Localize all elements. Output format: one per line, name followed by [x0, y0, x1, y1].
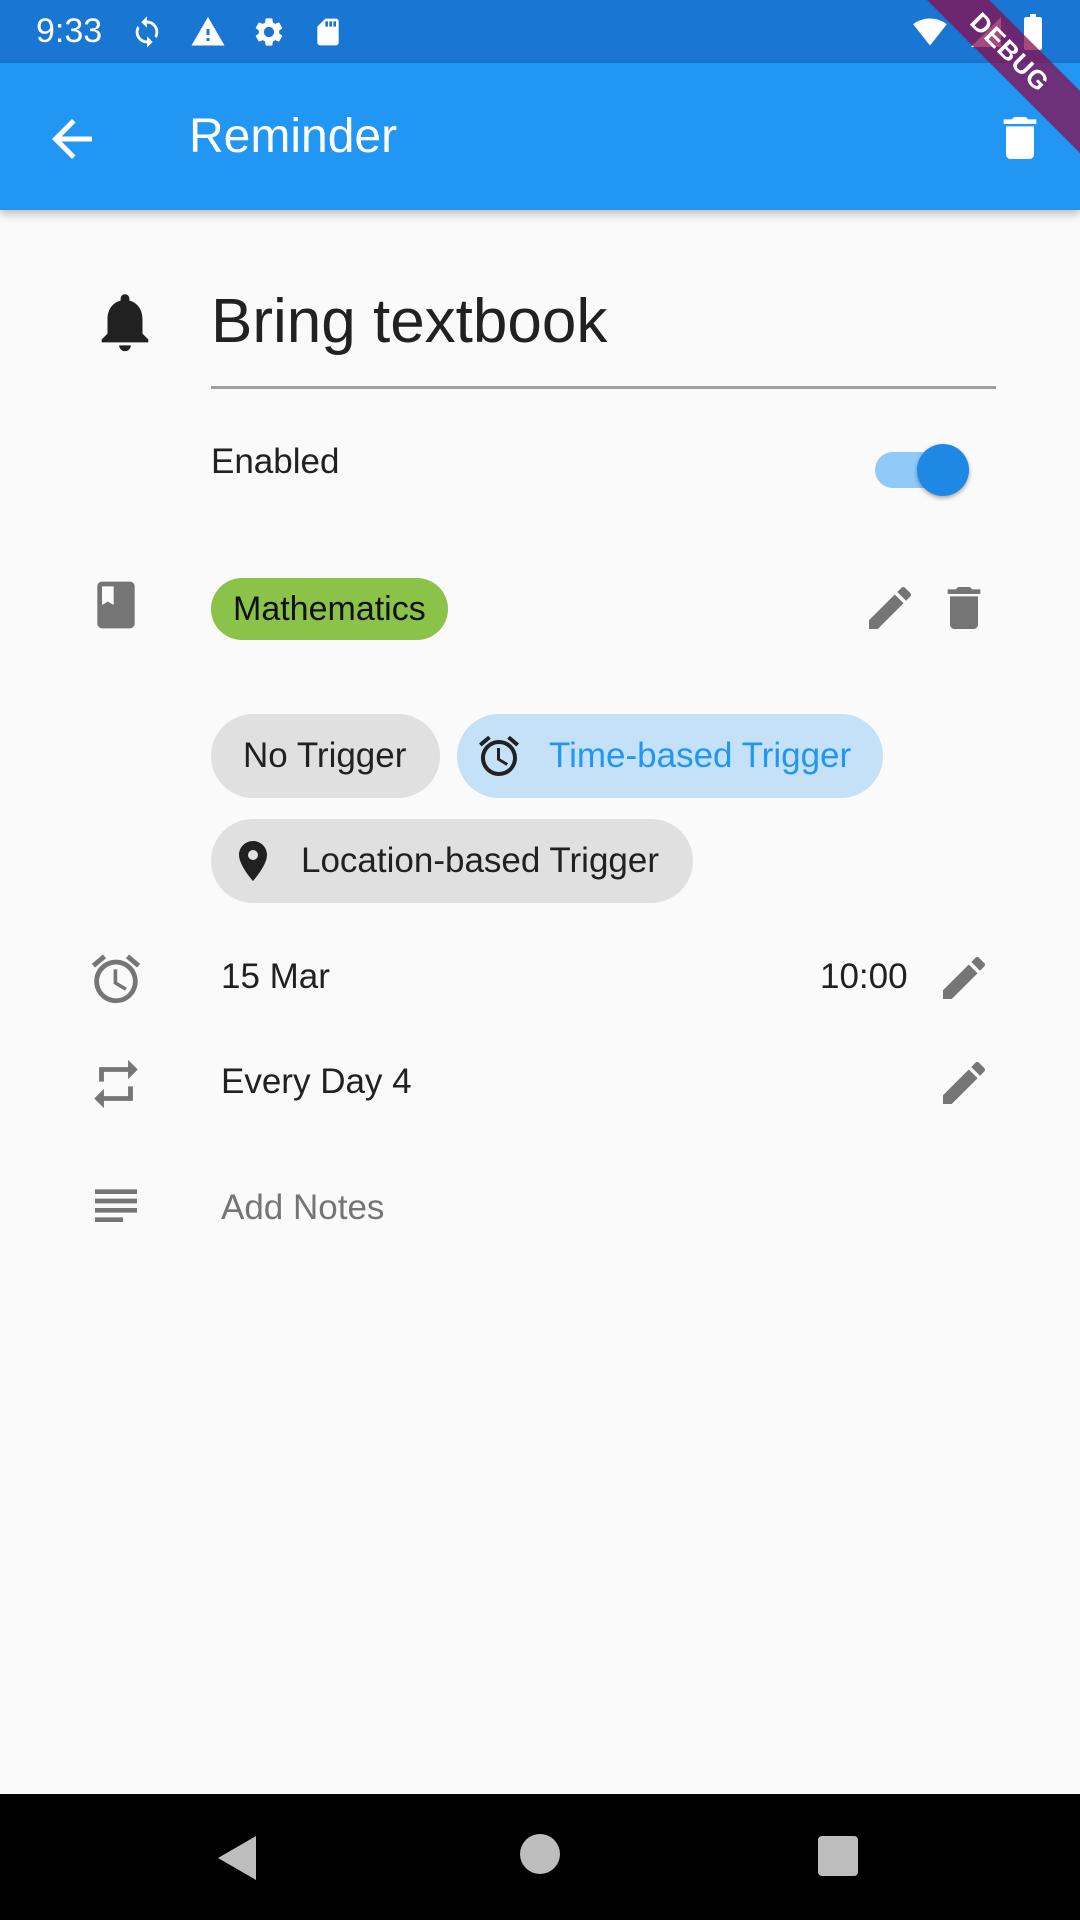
- system-nav-bar: [0, 1794, 1080, 1920]
- status-bar: 9:33: [0, 0, 1080, 63]
- time-value[interactable]: 10:00: [820, 957, 908, 997]
- delete-icon[interactable]: [992, 108, 1048, 168]
- subject-name: Mathematics: [233, 589, 426, 628]
- chip-label: No Trigger: [243, 736, 407, 775]
- recents-square-icon[interactable]: [818, 1836, 858, 1876]
- title-underline: [211, 386, 996, 389]
- home-circle-icon[interactable]: [520, 1834, 560, 1874]
- bell-icon: [101, 294, 149, 352]
- edit-subject-icon[interactable]: [862, 580, 918, 636]
- chip-time-trigger[interactable]: Time-based Trigger: [457, 714, 884, 798]
- date-value[interactable]: 15 Mar: [221, 957, 330, 997]
- page-title: Reminder: [189, 110, 398, 163]
- book-icon: [97, 581, 135, 629]
- notes-input[interactable]: Add Notes: [221, 1188, 384, 1228]
- back-triangle-icon[interactable]: [216, 1834, 258, 1882]
- enabled-label: Enabled: [211, 442, 340, 481]
- chip-label: Location-based Trigger: [301, 841, 659, 880]
- alarm-icon: [91, 954, 141, 1004]
- enabled-toggle[interactable]: [875, 436, 971, 496]
- arrow-back-icon[interactable]: [42, 109, 102, 169]
- toggle-thumb: [917, 444, 969, 496]
- status-time: 9:33: [36, 12, 103, 50]
- alarm-icon: [479, 735, 519, 776]
- sync-icon: [135, 15, 159, 48]
- wifi-icon: [913, 18, 947, 46]
- reminder-title-input[interactable]: Bring textbook: [211, 286, 607, 357]
- chip-label: Time-based Trigger: [549, 736, 852, 775]
- chip-no-trigger[interactable]: No Trigger: [211, 714, 441, 798]
- edit-datetime-icon[interactable]: [936, 950, 992, 1006]
- location-pin-icon: [239, 841, 267, 881]
- edit-repeat-icon[interactable]: [936, 1055, 992, 1111]
- sd-card-icon: [317, 18, 339, 45]
- subject-chip[interactable]: Mathematics: [211, 578, 448, 640]
- notes-icon: [95, 1189, 137, 1222]
- repeat-value[interactable]: Every Day 4: [221, 1062, 412, 1102]
- app-bar: Reminder: [0, 63, 1080, 210]
- settings-icon: [255, 17, 283, 46]
- chip-location-trigger[interactable]: Location-based Trigger: [211, 819, 693, 903]
- delete-subject-icon[interactable]: [936, 578, 992, 638]
- warning-icon: [191, 16, 225, 45]
- repeat-icon: [94, 1059, 138, 1109]
